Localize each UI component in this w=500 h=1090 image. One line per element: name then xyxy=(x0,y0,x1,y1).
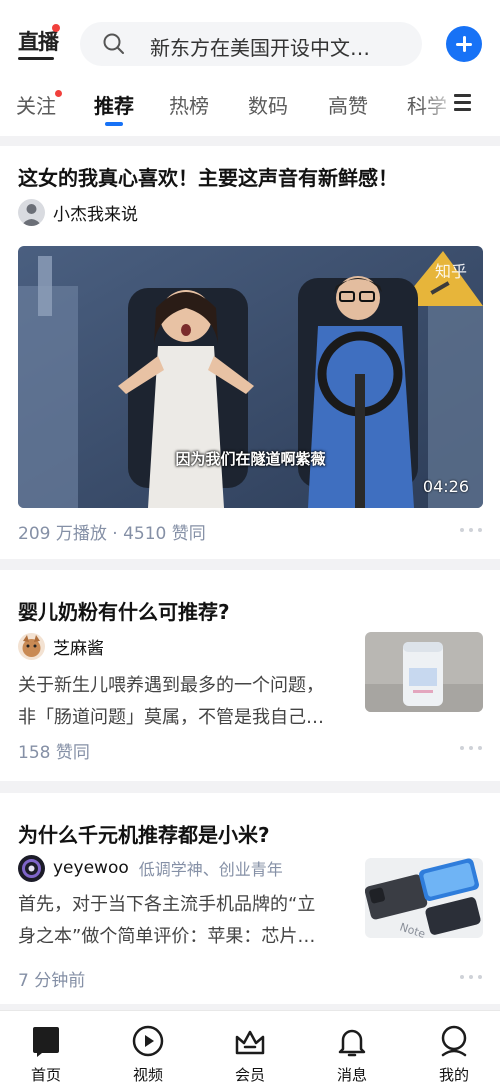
home-icon xyxy=(33,1027,59,1057)
tab-digital[interactable]: 数码 xyxy=(248,90,288,119)
tab-menu-icon[interactable] xyxy=(450,90,478,118)
nav-profile[interactable]: 我的 xyxy=(419,1011,489,1090)
profile-icon xyxy=(441,1025,467,1057)
live-label: 直播 xyxy=(18,30,59,54)
phones-image: Note xyxy=(365,858,483,938)
tab-following[interactable]: 关注 xyxy=(16,90,62,119)
answer-excerpt[interactable]: 首先，对于当下各主流手机品牌的“立 身之本”做个简单评价：苹果：芯片… xyxy=(18,889,353,953)
nav-messages[interactable]: 消息 xyxy=(317,1011,387,1090)
top-header: 直播 新东方在美国开设中文… 关注 推荐 热榜 数码 高赞 科学 xyxy=(0,0,500,136)
author-description: 低调学神、创业青年 xyxy=(138,860,283,879)
answer-excerpt[interactable]: 关于新生儿喂养遇到最多的一个问题， 非「肠道问题」莫属，不管是我自己… xyxy=(18,670,353,734)
author-row[interactable]: 小杰我来说 xyxy=(18,198,138,226)
tab-hot-list[interactable]: 热榜 xyxy=(169,90,209,119)
nav-label: 首页 xyxy=(30,1066,61,1084)
more-options-icon[interactable] xyxy=(460,975,482,981)
card-meta: 209 万播放 · 4510 赞同 xyxy=(18,524,206,544)
video-player[interactable]: 知乎 因为我们在隧道啊紫薇 04:26 xyxy=(18,246,483,508)
tab-bar: 关注 推荐 热榜 数码 高赞 科学 xyxy=(0,86,500,126)
live-underline-icon xyxy=(18,57,54,60)
formula-can-image xyxy=(365,632,483,712)
card-meta: 7 分钟前 xyxy=(18,971,86,991)
search-input[interactable]: 新东方在美国开设中文… xyxy=(150,32,370,61)
excerpt-line: 非「肠道问题」莫属，不管是我自己… xyxy=(18,707,324,728)
feed-card-answer[interactable]: 婴儿奶粉有什么可推荐? 芝麻酱 关于新生儿喂养遇到最多的一个问题， 非「肠道问题… xyxy=(0,570,500,781)
author-row[interactable]: 芝麻酱 xyxy=(18,632,104,660)
card-title[interactable]: 这女的我真心喜欢！主要这声音有新鲜感！ xyxy=(18,162,398,191)
bell-icon xyxy=(338,1029,366,1057)
tab-recommend[interactable]: 推荐 xyxy=(94,90,134,119)
crown-icon xyxy=(235,1030,265,1055)
author-avatar[interactable] xyxy=(18,632,45,660)
tab-notification-dot xyxy=(55,90,62,97)
tab-label: 关注 xyxy=(16,94,56,118)
author-name[interactable]: yeyewoo xyxy=(53,858,129,878)
video-play-icon xyxy=(132,1025,164,1057)
nav-membership[interactable]: 会员 xyxy=(215,1011,285,1090)
nav-label: 会员 xyxy=(234,1066,265,1084)
live-notification-dot xyxy=(52,24,60,32)
video-subtitle: 因为我们在隧道啊紫薇 xyxy=(175,450,326,468)
author-row[interactable]: yeyewoo 低调学神、创业青年 xyxy=(18,854,283,882)
video-watermark: 知乎 xyxy=(434,262,467,281)
more-options-icon[interactable] xyxy=(460,528,482,534)
more-options-icon[interactable] xyxy=(460,746,482,752)
active-tab-indicator xyxy=(105,122,123,126)
search-bar[interactable]: 新东方在美国开设中文… xyxy=(80,22,422,66)
author-name[interactable]: 芝麻酱 xyxy=(53,634,104,659)
excerpt-line: 身之本”做个简单评价：苹果：芯片… xyxy=(18,926,316,947)
nav-label: 我的 xyxy=(438,1066,469,1084)
author-avatar[interactable] xyxy=(18,854,45,882)
nav-label: 视频 xyxy=(132,1066,163,1084)
feed-card-answer[interactable]: 为什么千元机推荐都是小米? yeyewoo 低调学神、创业青年 首先，对于当下各… xyxy=(0,793,500,1004)
nav-label: 消息 xyxy=(336,1066,367,1084)
bottom-navigation: 首页 视频 会员 消息 我的 xyxy=(0,1010,500,1090)
nav-video[interactable]: 视频 xyxy=(113,1011,183,1090)
add-button[interactable] xyxy=(446,26,482,62)
card-meta: 158 赞同 xyxy=(18,743,90,763)
nav-home[interactable]: 首页 xyxy=(11,1011,81,1090)
video-duration: 04:26 xyxy=(422,477,469,496)
tab-top-voted[interactable]: 高赞 xyxy=(328,90,368,119)
author-avatar[interactable] xyxy=(18,198,45,226)
answer-thumbnail[interactable] xyxy=(365,632,483,712)
search-icon xyxy=(103,33,124,54)
card-title[interactable]: 为什么千元机推荐都是小米? xyxy=(18,819,270,848)
excerpt-line: 首先，对于当下各主流手机品牌的“立 xyxy=(18,894,316,915)
feed-card-video[interactable]: 这女的我真心喜欢！主要这声音有新鲜感！ 小杰我来说 知乎 因为我们在隧道啊紫薇 … xyxy=(0,146,500,559)
excerpt-line: 关于新生儿喂养遇到最多的一个问题， xyxy=(18,675,324,696)
card-title[interactable]: 婴儿奶粉有什么可推荐? xyxy=(18,596,230,625)
live-button[interactable]: 直播 xyxy=(18,24,60,62)
answer-thumbnail[interactable]: Note xyxy=(365,858,483,938)
author-name[interactable]: 小杰我来说 xyxy=(53,200,138,225)
